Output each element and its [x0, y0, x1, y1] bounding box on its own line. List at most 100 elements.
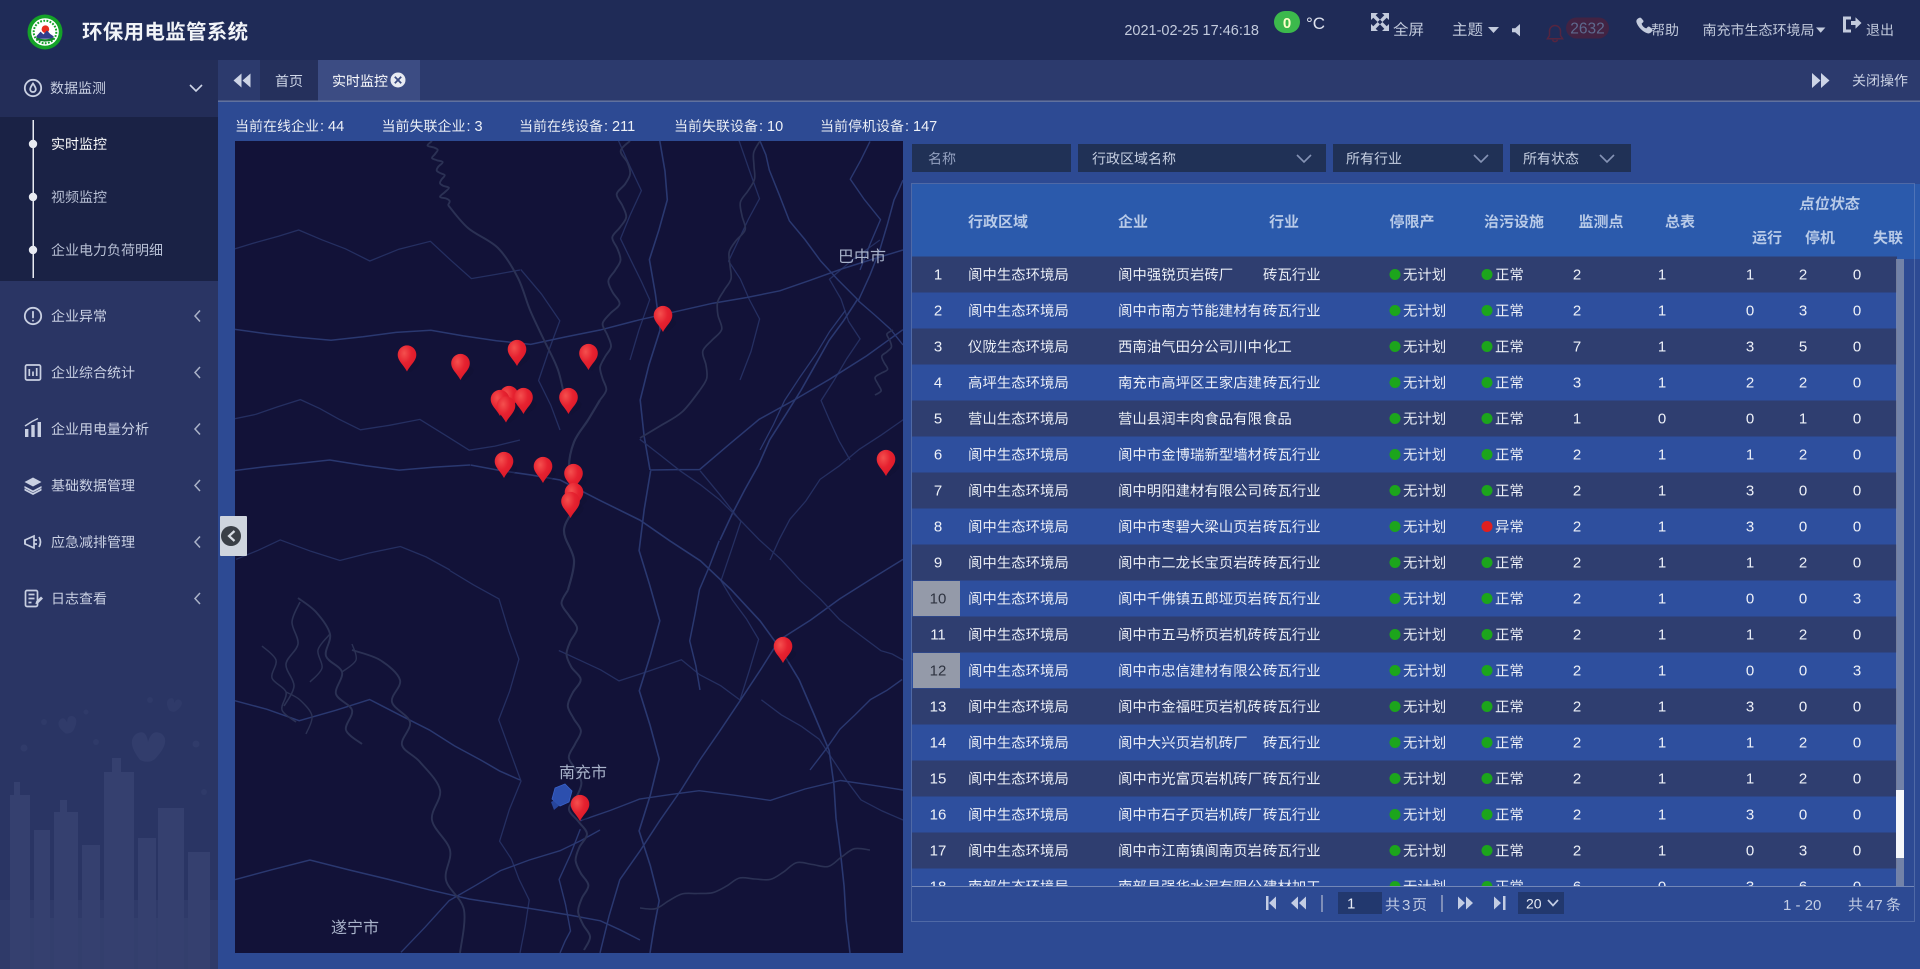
svg-text:14: 14: [930, 735, 947, 752]
svg-text:17: 17: [930, 843, 947, 860]
svg-text:2: 2: [1799, 375, 1807, 392]
svg-text:0: 0: [1799, 591, 1807, 608]
svg-text:3: 3: [1799, 303, 1807, 320]
svg-text:1 - 20: 1 - 20: [1783, 897, 1821, 914]
svg-text:0: 0: [1746, 663, 1754, 680]
svg-text:3: 3: [1853, 663, 1861, 680]
svg-text:2: 2: [1573, 303, 1581, 320]
svg-text:: 10: : 10: [759, 119, 783, 135]
svg-text:1: 1: [1658, 339, 1666, 356]
svg-text:0: 0: [1853, 627, 1861, 644]
svg-text:0: 0: [1853, 339, 1861, 356]
svg-text:2: 2: [1799, 555, 1807, 572]
svg-text:1: 1: [1658, 807, 1666, 824]
svg-text:2: 2: [1573, 771, 1581, 788]
svg-text:15: 15: [930, 771, 947, 788]
svg-text:1: 1: [1658, 699, 1666, 716]
svg-text:1: 1: [1658, 735, 1666, 752]
svg-text:: 211: : 211: [604, 119, 635, 135]
svg-text:2: 2: [1573, 627, 1581, 644]
svg-text:47: 47: [1866, 897, 1883, 914]
svg-text:2: 2: [1573, 447, 1581, 464]
svg-text:1: 1: [1658, 267, 1666, 284]
svg-text:11: 11: [930, 627, 946, 644]
svg-text:8: 8: [934, 519, 942, 536]
svg-text:13: 13: [930, 699, 947, 716]
svg-text:: 44: : 44: [320, 119, 344, 135]
svg-text:1: 1: [1746, 735, 1754, 752]
svg-text:3: 3: [1853, 591, 1861, 608]
svg-text:2: 2: [1573, 843, 1581, 860]
svg-text:1: 1: [1658, 447, 1666, 464]
svg-text:1: 1: [1658, 663, 1666, 680]
svg-text:1: 1: [1573, 411, 1581, 428]
svg-text:0: 0: [1658, 411, 1666, 428]
svg-text:20: 20: [1526, 896, 1542, 912]
svg-text:1: 1: [1658, 771, 1666, 788]
svg-text:1: 1: [1658, 555, 1666, 572]
svg-text:5: 5: [934, 411, 942, 428]
svg-text:3: 3: [1746, 339, 1754, 356]
svg-text:0: 0: [1746, 303, 1754, 320]
svg-text:0: 0: [1283, 15, 1291, 32]
svg-text:0: 0: [1799, 807, 1807, 824]
svg-text:2: 2: [1573, 519, 1581, 536]
svg-text:0: 0: [1853, 771, 1861, 788]
svg-text:16: 16: [930, 807, 947, 824]
svg-text:3: 3: [1746, 483, 1754, 500]
svg-text:6: 6: [934, 447, 942, 464]
svg-text:1: 1: [1658, 483, 1666, 500]
svg-text:2632: 2632: [1570, 21, 1604, 38]
svg-text:0: 0: [1799, 699, 1807, 716]
svg-text:1: 1: [1658, 591, 1666, 608]
svg-text:0: 0: [1853, 411, 1861, 428]
svg-text:7: 7: [1573, 339, 1581, 356]
svg-text:2: 2: [1746, 375, 1754, 392]
svg-text:°C: °C: [1306, 14, 1325, 33]
svg-text:1: 1: [1746, 627, 1754, 644]
svg-text:12: 12: [930, 663, 947, 680]
svg-text:2: 2: [1573, 591, 1581, 608]
svg-text:2: 2: [1799, 267, 1807, 284]
svg-text:3: 3: [934, 339, 942, 356]
svg-text:0: 0: [1853, 303, 1861, 320]
svg-text:0: 0: [1746, 591, 1754, 608]
svg-text:2: 2: [1799, 771, 1807, 788]
svg-text:2: 2: [1573, 807, 1581, 824]
svg-text:0: 0: [1853, 519, 1861, 536]
svg-text:0: 0: [1799, 483, 1807, 500]
svg-text:0: 0: [1853, 699, 1861, 716]
svg-text:0: 0: [1853, 807, 1861, 824]
svg-text:0: 0: [1853, 267, 1861, 284]
svg-text:1: 1: [934, 267, 942, 284]
svg-text:4: 4: [934, 375, 942, 392]
svg-text:3: 3: [1746, 519, 1754, 536]
svg-text:1: 1: [1658, 375, 1666, 392]
svg-text:1: 1: [1347, 896, 1355, 913]
svg-text:0: 0: [1853, 555, 1861, 572]
svg-text:2: 2: [1573, 267, 1581, 284]
svg-text:2: 2: [1573, 483, 1581, 500]
svg-text:0: 0: [1853, 843, 1861, 860]
svg-text:2: 2: [1573, 555, 1581, 572]
svg-text:0: 0: [1853, 735, 1861, 752]
svg-text:2: 2: [1799, 627, 1807, 644]
svg-text:: 3: : 3: [467, 119, 483, 135]
svg-text:0: 0: [1853, 483, 1861, 500]
svg-text:3: 3: [1799, 843, 1807, 860]
svg-text:1: 1: [1799, 411, 1807, 428]
svg-text:0: 0: [1853, 375, 1861, 392]
svg-text:1: 1: [1746, 267, 1754, 284]
svg-text:0: 0: [1746, 411, 1754, 428]
svg-text:1: 1: [1658, 627, 1666, 644]
svg-text:2: 2: [1573, 735, 1581, 752]
svg-text:2: 2: [1799, 447, 1807, 464]
svg-text:3: 3: [1402, 897, 1410, 914]
svg-text:7: 7: [934, 483, 942, 500]
svg-text:1: 1: [1658, 843, 1666, 860]
svg-text:3: 3: [1746, 699, 1754, 716]
svg-text:2: 2: [1573, 663, 1581, 680]
svg-text:1: 1: [1658, 303, 1666, 320]
svg-text:2: 2: [934, 303, 942, 320]
svg-text:2: 2: [1799, 735, 1807, 752]
